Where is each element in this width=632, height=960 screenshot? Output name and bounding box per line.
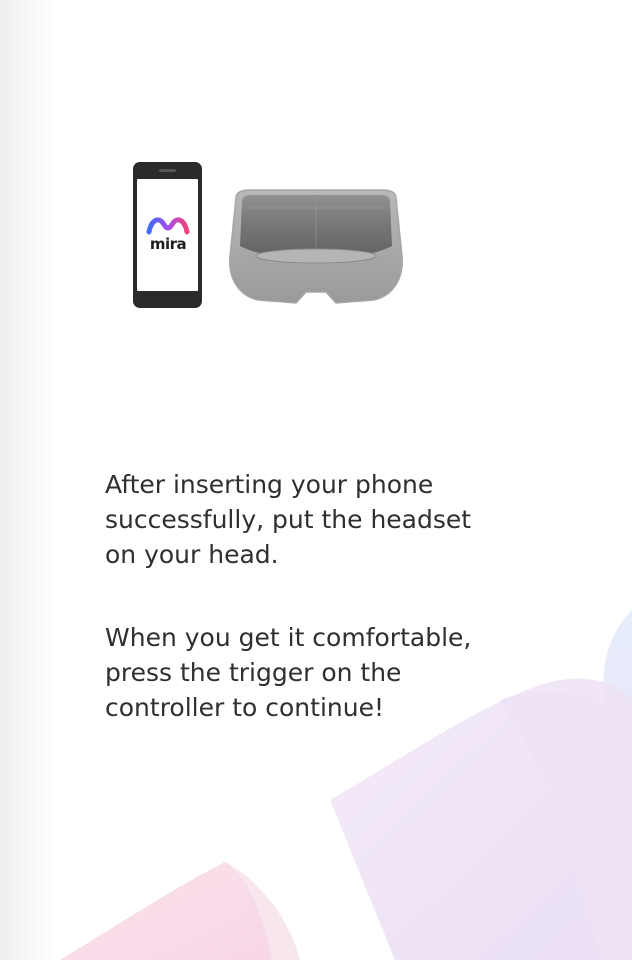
ar-headset-icon bbox=[229, 189, 403, 304]
smartphone-icon: mira bbox=[133, 162, 202, 308]
instruction-paragraph-insert-phone: After inserting your phone successfully,… bbox=[105, 470, 472, 569]
phone-screen: mira bbox=[137, 179, 198, 291]
onboarding-screen: mira After inserting your phone successf… bbox=[0, 0, 632, 960]
instruction-paragraph-press-trigger: When you get it comfortable, press the t… bbox=[105, 623, 472, 722]
mira-wordmark: mira bbox=[149, 235, 187, 253]
device-illustration: mira bbox=[0, 0, 632, 340]
mira-logo-mark bbox=[146, 217, 190, 235]
mira-logo-icon: mira bbox=[145, 215, 191, 255]
phone-speaker bbox=[159, 169, 176, 172]
